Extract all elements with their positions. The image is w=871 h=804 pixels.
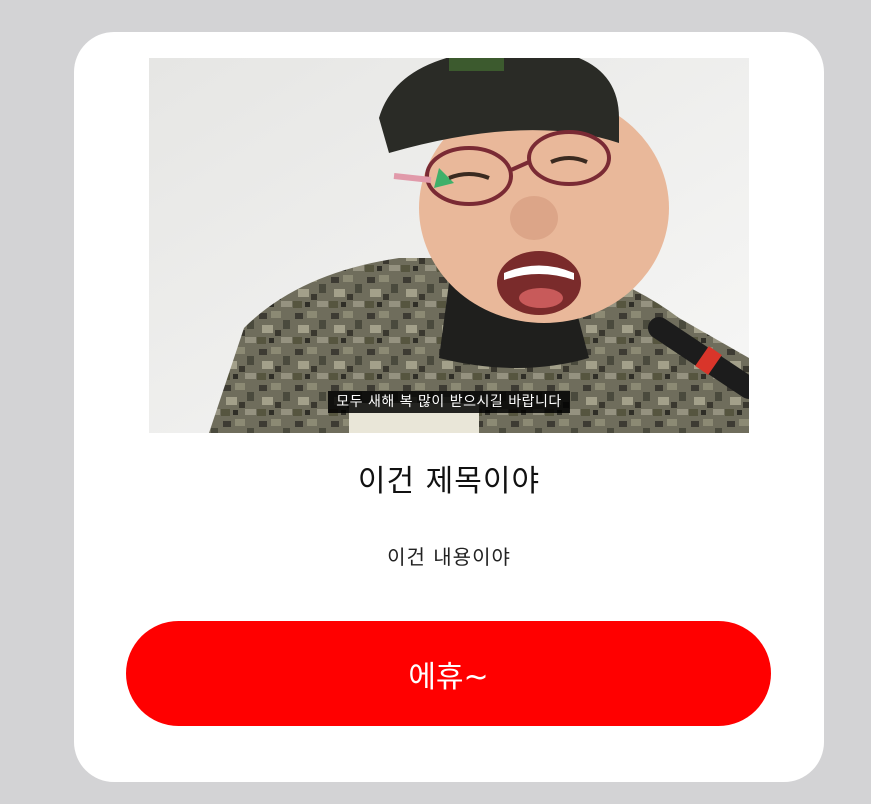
card-title: 이건 제목이야 xyxy=(357,464,541,499)
card-content: 이건 내용이야 xyxy=(387,545,511,569)
video-thumbnail-image: 모두 새해 복 많이 받으시길 바랍니다 xyxy=(149,58,749,433)
person-illustration xyxy=(149,58,749,433)
sigh-button[interactable]: 에휴~ xyxy=(126,621,771,726)
subtitle-container: 모두 새해 복 많이 받으시길 바랍니다 xyxy=(149,391,749,413)
card: 모두 새해 복 많이 받으시길 바랍니다 이건 제목이야 이건 내용이야 에휴~ xyxy=(74,32,824,782)
video-subtitle: 모두 새해 복 많이 받으시길 바랍니다 xyxy=(328,391,570,413)
